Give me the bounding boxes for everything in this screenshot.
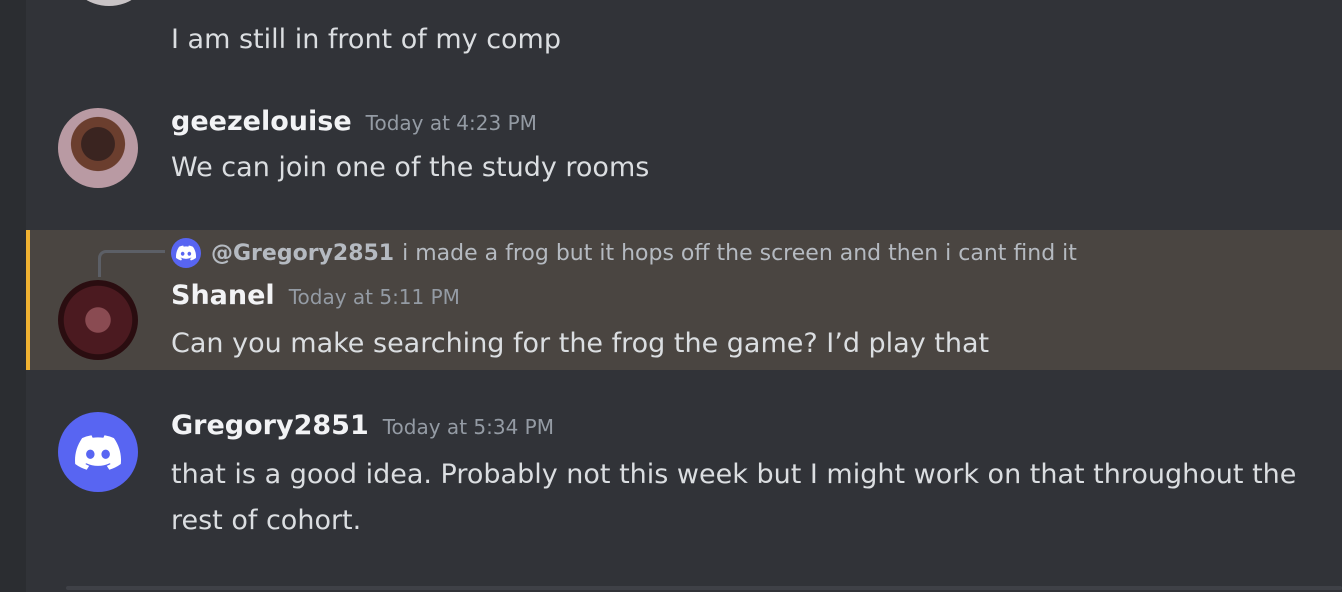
- message-item[interactable]: geezelouise Today at 4:23 PM We can join …: [26, 100, 1342, 200]
- message-item[interactable]: Gregory2851 Today at 5:34 PM that is a go…: [26, 400, 1342, 570]
- discord-logo-icon: [171, 238, 201, 268]
- timestamp: Today at 4:23 PM: [365, 111, 537, 135]
- message-item-highlighted[interactable]: @Gregory2851 i made a frog but it hops o…: [26, 230, 1342, 370]
- username[interactable]: Shanel: [171, 280, 275, 311]
- message-content: Can you make searching for the frog the …: [171, 328, 990, 359]
- reply-preview[interactable]: @Gregory2851 i made a frog but it hops o…: [171, 238, 1077, 268]
- avatar[interactable]: [70, 0, 148, 6]
- username[interactable]: geezelouise: [171, 106, 352, 137]
- message-content: that is a good idea. Probably not this w…: [171, 459, 1297, 536]
- discord-logo-icon: [75, 434, 121, 470]
- reply-author[interactable]: @Gregory2851: [211, 241, 394, 266]
- divider: [66, 586, 1342, 590]
- timestamp: Today at 5:11 PM: [288, 285, 460, 309]
- reply-connector: [98, 250, 165, 277]
- message-content: We can join one of the study rooms: [171, 152, 650, 183]
- avatar[interactable]: [58, 280, 138, 360]
- message-header: Gregory2851 Today at 5:34 PM: [171, 410, 554, 441]
- avatar[interactable]: [58, 412, 138, 492]
- reply-text[interactable]: i made a frog but it hops off the screen…: [402, 241, 1077, 266]
- message-content: I am still in front of my comp: [171, 24, 561, 55]
- message-header: geezelouise Today at 4:23 PM: [171, 106, 537, 137]
- server-rail: [0, 0, 26, 592]
- discord-chat-window: I am still in front of my comp geezeloui…: [0, 0, 1342, 592]
- username[interactable]: Gregory2851: [171, 410, 369, 441]
- avatar[interactable]: [58, 108, 138, 188]
- timestamp: Today at 5:34 PM: [382, 415, 554, 439]
- message-header: Shanel Today at 5:11 PM: [171, 280, 460, 311]
- message-list[interactable]: I am still in front of my comp geezeloui…: [26, 0, 1342, 592]
- discord-logo-icon: [176, 245, 196, 261]
